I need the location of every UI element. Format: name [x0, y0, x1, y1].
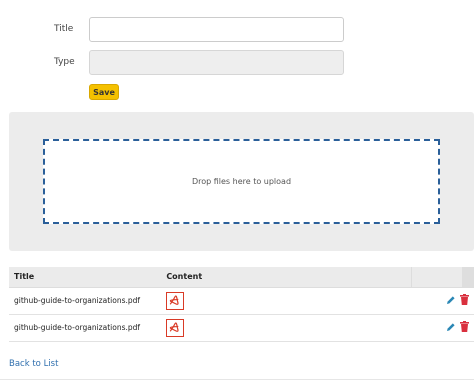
- type-label: Type: [54, 57, 75, 67]
- table-row: github-guide-to-organizations.pdf: [9, 314, 474, 342]
- dropzone-text: Drop files here to upload: [191, 177, 292, 186]
- table-row: github-guide-to-organizations.pdf: [9, 287, 474, 315]
- upload-panel: Drop files here to upload: [9, 112, 474, 251]
- table-header-row: Title Content: [9, 267, 474, 288]
- divider: [0, 379, 474, 380]
- file-dropzone[interactable]: Drop files here to upload: [43, 139, 440, 224]
- column-header-title: Title: [9, 267, 162, 288]
- column-header-actions: [411, 267, 462, 288]
- column-header-spacer: [461, 267, 474, 288]
- file-title: github-guide-to-organizations.pdf: [9, 287, 162, 315]
- back-to-list-link[interactable]: Back to List: [9, 359, 58, 369]
- column-header-content: Content: [161, 267, 412, 288]
- pdf-icon[interactable]: [166, 318, 185, 337]
- title-input[interactable]: [89, 17, 344, 42]
- files-table: Title Content github-guide-to-organizati…: [9, 267, 474, 342]
- edit-icon[interactable]: [446, 322, 456, 334]
- pdf-icon[interactable]: [166, 291, 185, 310]
- edit-icon[interactable]: [446, 295, 456, 307]
- file-title: github-guide-to-organizations.pdf: [9, 314, 162, 342]
- delete-icon[interactable]: [460, 321, 469, 334]
- delete-icon[interactable]: [460, 294, 469, 307]
- type-input: [89, 50, 344, 75]
- title-label: Title: [54, 24, 74, 34]
- save-button[interactable]: Save: [89, 84, 119, 100]
